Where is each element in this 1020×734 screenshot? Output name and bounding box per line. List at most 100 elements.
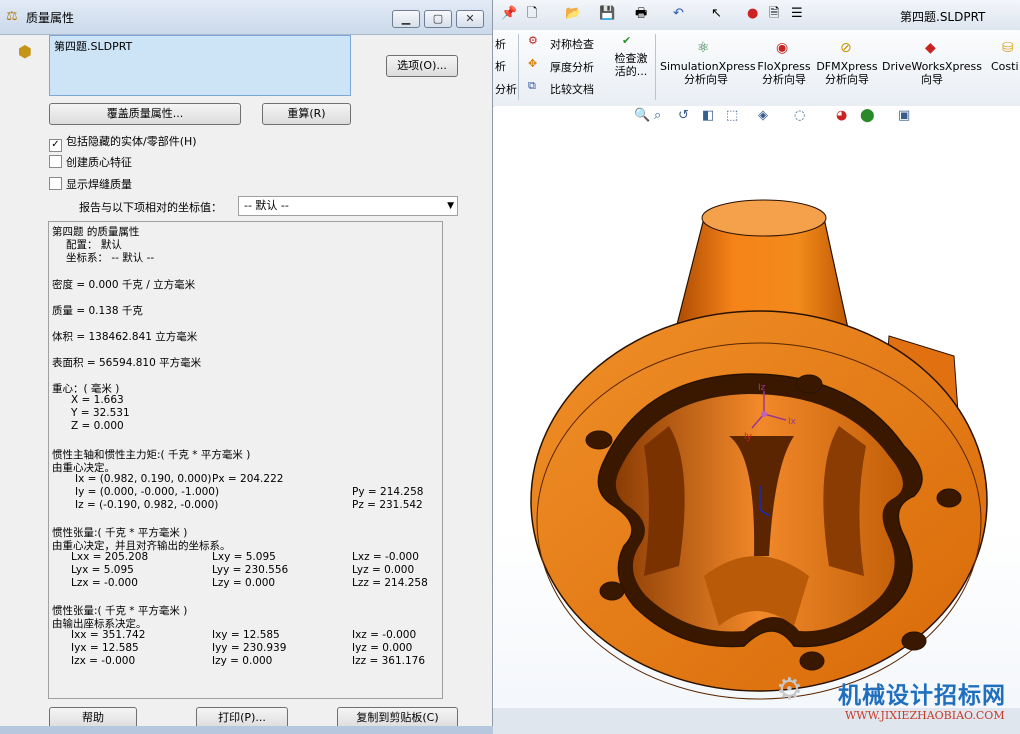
floxpress-button[interactable]: FloXpress 分析向导	[757, 60, 811, 86]
view-settings-icon[interactable]: ▣	[898, 108, 910, 123]
tensor2-cell: Iyx = 12.585	[71, 642, 139, 654]
compare-documents-icon[interactable]: ⧉	[528, 79, 536, 93]
pin-icon[interactable]: 📌	[501, 5, 517, 23]
display-style-icon[interactable]: ◈	[758, 108, 768, 123]
coordinate-system-select[interactable]: -- 默认 -- ▼	[238, 196, 458, 216]
coordinate-select-value: -- 默认 --	[244, 199, 289, 212]
hide-show-icon[interactable]: ◌	[794, 108, 805, 123]
show-weld-checkbox[interactable]	[49, 177, 62, 190]
check-active-icon[interactable]: ✔	[622, 34, 631, 47]
thickness-analysis-button[interactable]: 厚度分析	[550, 59, 594, 75]
save-icon[interactable]: 💾	[599, 5, 615, 23]
apply-scene-icon[interactable]: ⬤	[860, 108, 875, 123]
file-properties-icon[interactable]: 🗎	[769, 5, 779, 23]
floxpress-icon[interactable]: ◉	[776, 40, 788, 56]
tensor2-cell: Iyy = 230.939	[212, 642, 287, 654]
undo-icon[interactable]: ↶	[673, 5, 684, 23]
include-hidden-checkbox[interactable]: ✓	[49, 139, 62, 152]
report-coord-label: 报告与以下项相对的坐标值：	[79, 201, 222, 214]
section-view-icon[interactable]: ◧	[702, 108, 714, 123]
clipped-ribbon-label[interactable]: 析	[495, 58, 506, 74]
mass-value: 质量 = 0.138 千克	[52, 305, 143, 317]
maximize-button[interactable]: ▢	[424, 10, 452, 28]
options-button[interactable]: 选项(O)...	[386, 55, 458, 77]
tensor2-cell: Izz = 361.176	[352, 655, 426, 667]
heads-up-view-toolbar: 🔍 ⌕ ↺ ◧ ⬚ ◈ ◌ ◕ ⬤ ▣	[620, 108, 930, 130]
graphics-area[interactable]: Iz Ix Iy	[494, 106, 1020, 708]
tensor1-cell: Lzy = 0.000	[212, 577, 276, 589]
include-hidden-row[interactable]: ✓ 包括隐藏的实体/零部件(H)	[49, 133, 197, 152]
thickness-analysis-icon[interactable]: ✥	[528, 57, 537, 70]
tensor1-cell: Lzx = -0.000	[71, 577, 138, 589]
results-textbox[interactable]: 第四题 的质量属性 配置： 默认 坐标系： -- 默认 -- 密度 = 0.00…	[48, 221, 443, 699]
tensor2-cell: Ixy = 12.585	[212, 629, 280, 641]
com-x: X = 1.663	[71, 394, 124, 406]
override-mass-button[interactable]: 覆盖质量属性...	[49, 103, 241, 125]
part-icon: ⬢	[18, 42, 32, 61]
zoom-area-icon[interactable]: ⌕	[654, 108, 661, 123]
create-com-row[interactable]: 创建质心特征	[49, 154, 132, 170]
triad-ix-label: Ix	[788, 417, 797, 427]
principal-pz: Pz = 231.542	[352, 499, 423, 511]
driveworksxpress-button[interactable]: DriveWorksXpress 向导	[882, 60, 982, 86]
check-active-button[interactable]: 检查激活的...	[611, 52, 651, 78]
principal-py: Py = 214.258	[352, 486, 424, 498]
tensor2-cell: Izx = -0.000	[71, 655, 136, 667]
simulationxpress-icon[interactable]: ⚛	[697, 40, 710, 56]
select-cursor-icon[interactable]: ↖	[711, 5, 722, 23]
create-com-label: 创建质心特征	[66, 156, 132, 169]
zoom-to-fit-icon[interactable]: 🔍	[634, 108, 650, 123]
view-orientation-icon[interactable]: ⬚	[726, 108, 738, 123]
minimize-button[interactable]: ▁	[392, 10, 420, 28]
print-icon[interactable]: 🖶	[635, 5, 647, 23]
part-3d-model[interactable]: Iz Ix Iy	[494, 106, 1020, 708]
principal-iy: Iy = (0.000, -0.000, -1.000)	[75, 486, 220, 498]
new-file-icon[interactable]: 🗋	[527, 5, 537, 23]
rebuild-traffic-light-icon[interactable]: ●	[747, 5, 758, 23]
selected-item[interactable]: 第四题.SLDPRT	[54, 40, 132, 53]
show-weld-label: 显示焊缝质量	[66, 178, 132, 191]
show-weld-row[interactable]: 显示焊缝质量	[49, 176, 132, 192]
costing-icon[interactable]: ⛁	[1002, 40, 1014, 56]
dfmxpress-button[interactable]: DFMXpress 分析向导	[816, 60, 878, 86]
triad-iy-label: Iy	[744, 432, 753, 442]
chevron-down-icon: ▼	[447, 201, 454, 211]
edit-appearance-icon[interactable]: ◕	[836, 108, 847, 123]
volume-value: 体积 = 138462.841 立方毫米	[52, 331, 198, 343]
tensor1-cell: Lxy = 5.095	[212, 551, 276, 563]
tensor1-cell: Lyy = 230.556	[212, 564, 289, 576]
driveworks-icon[interactable]: ◆	[925, 40, 936, 56]
recalculate-button[interactable]: 重算(R)	[262, 103, 351, 125]
tensor2-cell: Ixz = -0.000	[352, 629, 417, 641]
simulationxpress-button[interactable]: SimulationXpress 分析向导	[660, 60, 756, 86]
com-y: Y = 32.531	[71, 407, 130, 419]
dialog-title: 质量属性	[26, 11, 75, 25]
principal-ix: Ix = (0.982, 0.190, 0.000)	[75, 473, 212, 485]
mass-properties-dialog: ⚖ 质量属性 ▁ ▢ ✕ ⬢ 第四题.SLDPRT 选项(O)... 覆盖质量属…	[0, 0, 493, 734]
tensor1-cell: Lxz = -0.000	[352, 551, 419, 563]
costing-button[interactable]: Costi	[991, 60, 1019, 73]
dialog-titlebar[interactable]: ⚖ 质量属性 ▁ ▢ ✕	[0, 0, 492, 35]
selected-items-list[interactable]: 第四题.SLDPRT	[49, 35, 351, 96]
symmetry-check-icon[interactable]: ⚙	[528, 34, 538, 47]
tensor1-cell: Lxx = 205.208	[71, 551, 149, 563]
options-icon[interactable]: ☰	[791, 5, 803, 23]
compare-documents-button[interactable]: 比较文档	[550, 81, 594, 97]
clipped-ribbon-label[interactable]: 分析	[495, 81, 517, 97]
symmetry-check-button[interactable]: 对称检查	[550, 36, 594, 52]
open-folder-icon[interactable]: 📂	[565, 5, 581, 23]
tensor1-cell: Lzz = 214.258	[352, 577, 428, 589]
com-z: Z = 0.000	[71, 420, 124, 432]
taskbar-strip	[0, 726, 493, 734]
close-button[interactable]: ✕	[456, 10, 484, 28]
create-com-checkbox[interactable]	[49, 155, 62, 168]
ribbon-separator	[655, 34, 656, 100]
density-value: 密度 = 0.000 千克 / 立方毫米	[52, 279, 196, 291]
principal-px: Px = 204.222	[212, 473, 284, 485]
results-coordsys: 坐标系： -- 默认 --	[66, 252, 155, 264]
dfmxpress-icon[interactable]: ⊘	[840, 40, 852, 56]
previous-view-icon[interactable]: ↺	[678, 108, 689, 123]
tensor2-cell: Izy = 0.000	[212, 655, 273, 667]
tensor2-cell: Iyz = 0.000	[352, 642, 413, 654]
clipped-ribbon-label[interactable]: 析	[495, 36, 506, 52]
